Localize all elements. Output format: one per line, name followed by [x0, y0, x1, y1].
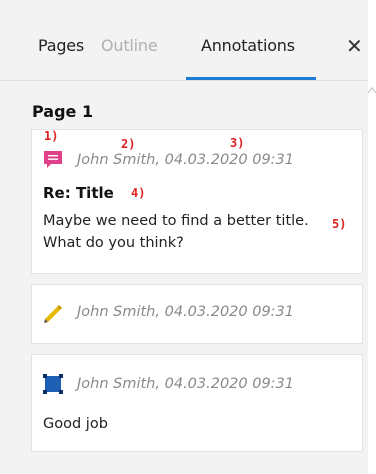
panel-edge — [368, 0, 376, 474]
annotation-card[interactable] — [31, 354, 363, 452]
callout-1: 1) — [44, 129, 59, 143]
pencil-icon — [44, 305, 62, 323]
annotation-date: , 04.03.2020 09:31 — [155, 376, 295, 392]
tab-outline[interactable]: Outline — [101, 36, 158, 55]
annotation-meta: John Smith, 04.03.2020 09:31 — [77, 304, 294, 320]
callout-2: 2) — [121, 137, 136, 151]
close-icon[interactable]: ✕ — [346, 34, 363, 58]
tab-annotations[interactable]: Annotations — [201, 36, 295, 55]
author-name: John Smith — [77, 376, 156, 392]
author-name: John Smith — [77, 152, 156, 168]
tab-bar: Pages Outline Annotations ✕ — [0, 0, 368, 80]
scroll-up-icon[interactable] — [367, 84, 376, 98]
author-name: John Smith — [77, 304, 156, 320]
annotation-date: , 04.03.2020 09:31 — [155, 152, 295, 168]
annotation-text-line: What do you think? — [43, 235, 184, 251]
annotation-text: Maybe we need to find a better title. Wh… — [43, 210, 309, 254]
annotation-date: , 04.03.2020 09:31 — [155, 304, 295, 320]
annotation-meta: John Smith, 04.03.2020 09:31 — [77, 376, 294, 392]
comment-icon — [44, 151, 62, 168]
page-title: Page 1 — [32, 102, 94, 121]
annotation-text-line: Maybe we need to find a better title. — [43, 213, 309, 229]
callout-4: 4) — [131, 186, 146, 200]
square-icon — [43, 374, 63, 394]
annotation-meta: John Smith, 04.03.2020 09:31 — [77, 152, 294, 168]
annotation-text: Good job — [43, 416, 108, 432]
callout-5: 5) — [332, 217, 347, 231]
annotation-subject: Re: Title — [43, 184, 114, 202]
subject-text: Re: Title — [43, 184, 114, 202]
callout-3: 3) — [230, 136, 245, 150]
tab-divider — [0, 80, 368, 81]
tab-pages[interactable]: Pages — [38, 36, 84, 55]
